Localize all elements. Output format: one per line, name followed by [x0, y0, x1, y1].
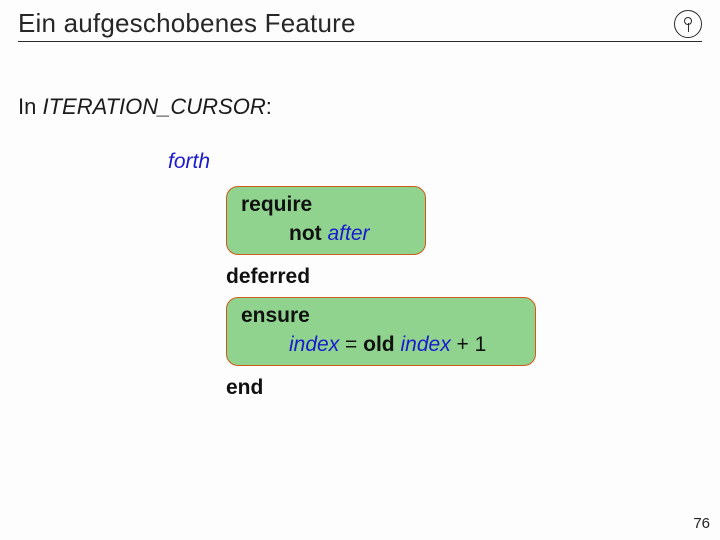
page-number: 76	[693, 515, 710, 532]
feature-name: forth	[168, 148, 702, 176]
ensure-plus: + 1	[451, 333, 487, 356]
intro-classname: ITERATION_CURSOR	[42, 94, 265, 119]
intro-prefix: In	[18, 94, 42, 119]
code-block: forth require not after deferred ensure …	[168, 148, 702, 402]
slide-title: Ein aufgeschobenes Feature	[18, 8, 356, 41]
require-box: require not after	[226, 186, 426, 255]
chair-logo-icon	[674, 10, 702, 38]
ensure-rhs: index	[400, 333, 450, 356]
ensure-lhs: index	[289, 333, 339, 356]
end-keyword: end	[226, 374, 702, 402]
after-ident: after	[328, 222, 370, 245]
old-keyword: old	[363, 333, 395, 356]
not-keyword: not	[289, 222, 322, 245]
require-keyword: require	[241, 193, 312, 216]
ensure-eq: =	[339, 333, 363, 356]
intro-line: In ITERATION_CURSOR:	[18, 94, 702, 120]
deferred-keyword: deferred	[226, 263, 702, 291]
ensure-box: ensure index = old index + 1	[226, 297, 536, 366]
ensure-keyword: ensure	[241, 304, 310, 327]
intro-suffix: :	[266, 94, 272, 119]
